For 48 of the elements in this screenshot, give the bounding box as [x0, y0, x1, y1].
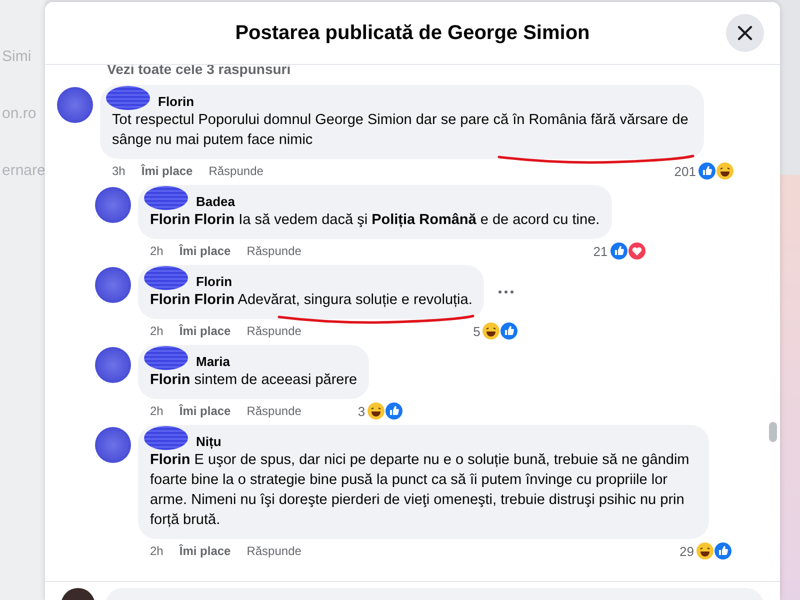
comment-text: Tot respectul Poporului domnul George Simion dar se pare că în România fără vărsare de sânge nu mai putem face nimic	[112, 111, 690, 150]
reaction-count: 21	[593, 244, 608, 258]
comment-time: 2h	[150, 404, 164, 418]
redaction-scribble	[144, 186, 188, 210]
close-icon	[737, 25, 753, 41]
redaction-scribble	[144, 266, 188, 290]
comment-time: 2h	[150, 544, 164, 558]
avatar-placeholder	[95, 267, 131, 303]
more-options-icon[interactable]	[498, 290, 514, 294]
comment-text: Florin E uşor de spus, dar nici pe departe nu e o soluție bună, trebuie să ne gândim foarte bine la o strategie bine pusă la punct ca să îi putem învinge cu propriile lor arme. Nimeni nu îşi doreşte pierderi de vieţi omeneşti, trebuie distruşi psihic nu prin forță brută.	[150, 451, 690, 530]
reply-link[interactable]: Răspunde	[246, 324, 302, 338]
background-text: on.ro	[2, 105, 38, 122]
redaction-scribble	[106, 86, 150, 110]
dialog-title: Postarea publicată de George Simion	[235, 22, 590, 44]
reaction-count: 3	[358, 404, 366, 418]
avatar-placeholder	[95, 427, 131, 463]
avatar-placeholder	[57, 87, 93, 123]
reply-link[interactable]: Răspunde	[246, 244, 302, 258]
comment-text: Florin Florin Ia să vedem dacă şi Poliția Română e de acord cu tine.	[150, 211, 600, 230]
comment-text: Florin Florin Adevărat, singura soluție e revoluția.	[150, 291, 472, 310]
reaction-count: 29	[680, 544, 694, 558]
comment-time: 2h	[150, 244, 164, 258]
background-text: Simi	[2, 48, 32, 65]
redaction-scribble	[144, 426, 188, 450]
comment-author: Florin	[196, 273, 234, 290]
reply-link[interactable]: Răspunde	[246, 404, 302, 418]
avatar-placeholder	[95, 187, 131, 223]
reply-link[interactable]: Răspunde	[208, 164, 264, 178]
comment-author: Badea	[196, 193, 236, 210]
comment-time: 2h	[150, 324, 164, 338]
comment-author: Florin	[158, 93, 196, 110]
close-button[interactable]	[726, 14, 764, 52]
background-text: ernare	[2, 162, 45, 179]
reaction-count: 5	[473, 324, 480, 338]
reaction-count: 201	[674, 164, 696, 178]
comment-author: Maria	[196, 353, 231, 370]
avatar-placeholder	[95, 347, 131, 383]
reply-link[interactable]: Răspunde	[246, 544, 302, 558]
like-link[interactable]: Îmi place	[179, 404, 231, 418]
like-link[interactable]: Îmi place	[179, 324, 231, 338]
redaction-scribble	[144, 346, 188, 370]
scrollbar-thumb[interactable]	[769, 422, 777, 442]
comment-author: Nițu	[196, 433, 222, 450]
like-link[interactable]: Îmi place	[179, 244, 231, 258]
comment-text: Florin sintem de aceeasi părere	[150, 371, 358, 390]
like-link[interactable]: Îmi place	[141, 164, 193, 178]
comment-time: 3h	[112, 164, 126, 178]
like-link[interactable]: Îmi place	[179, 544, 231, 558]
